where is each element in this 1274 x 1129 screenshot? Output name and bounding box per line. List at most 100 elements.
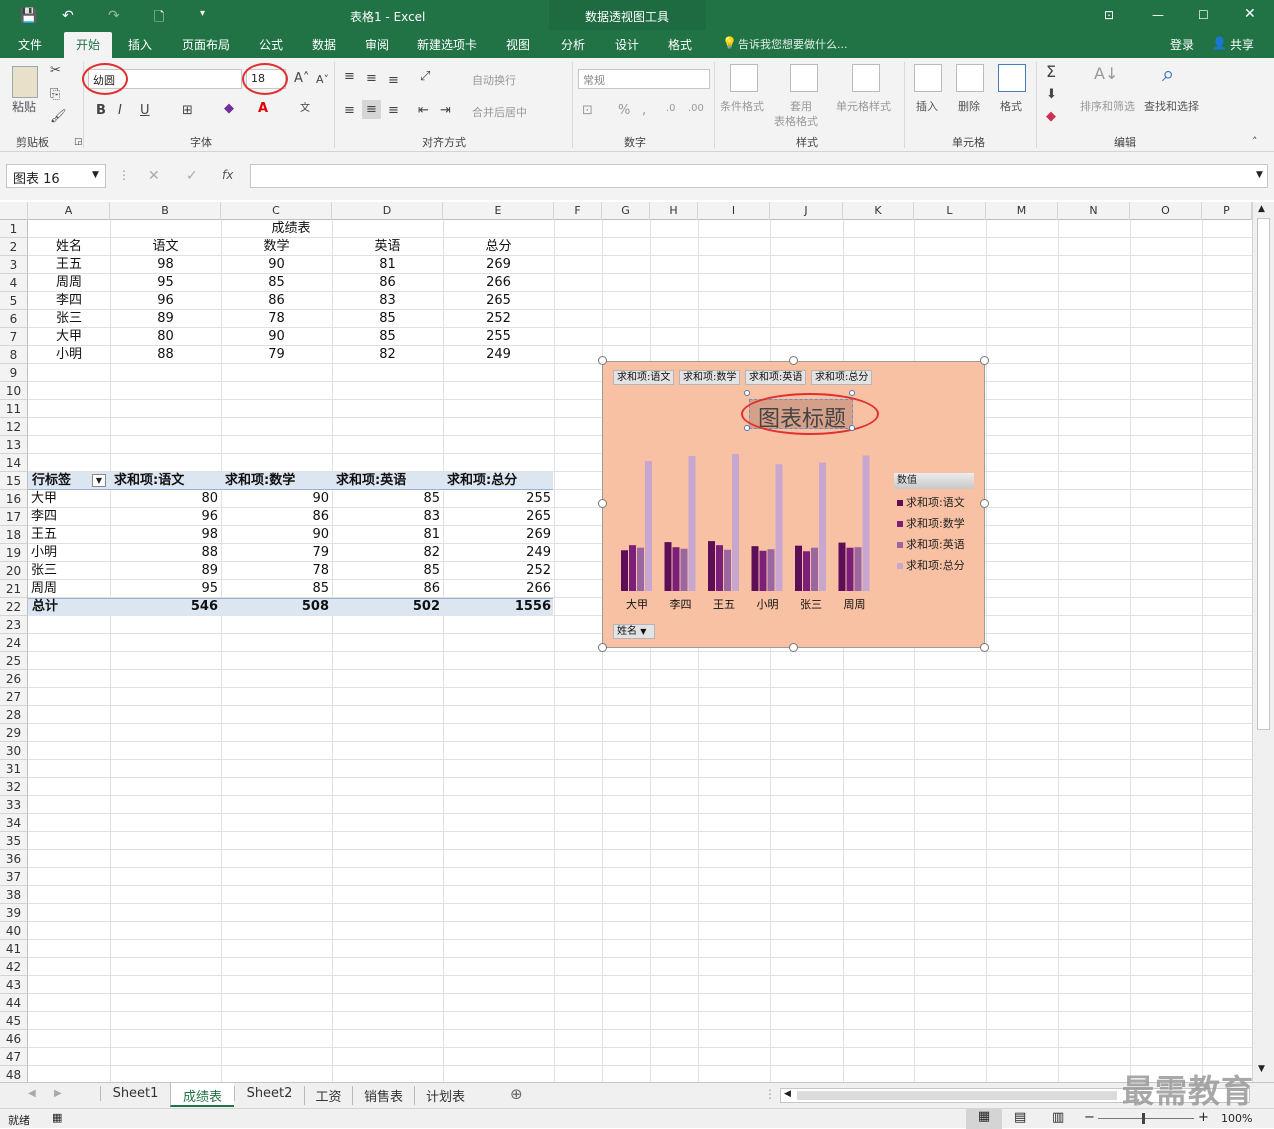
scroll-thumb[interactable] [1257, 218, 1270, 730]
chart-bar[interactable] [664, 542, 672, 591]
delete-cells-icon[interactable] [956, 64, 984, 92]
tab-format[interactable]: 格式 [668, 36, 692, 53]
tab-analyze[interactable]: 分析 [561, 36, 585, 53]
normal-view-icon[interactable]: ▦ [966, 1109, 1002, 1129]
cancel-icon[interactable]: ✕ [148, 168, 160, 184]
chart-resize-handle[interactable] [980, 643, 989, 652]
pivot-value-cell[interactable]: 95 [110, 580, 218, 598]
table-cell[interactable]: 269 [443, 256, 554, 274]
find-select-icon[interactable]: ⌕ [1162, 64, 1174, 86]
row-header[interactable]: 38 [0, 886, 28, 904]
row-header[interactable]: 5 [0, 292, 28, 310]
chart-bar[interactable] [811, 547, 818, 591]
pivot-value-cell[interactable]: 255 [443, 490, 551, 508]
autosum-icon[interactable]: Σ [1046, 64, 1056, 80]
format-table-button-line2[interactable]: 表格格式 [774, 113, 818, 129]
table-cell[interactable]: 78 [221, 310, 332, 328]
page-layout-view-icon[interactable]: ▤ [1014, 1110, 1026, 1125]
pivot-total-cell[interactable]: 502 [332, 598, 440, 616]
table-cell[interactable]: 大甲 [28, 328, 110, 346]
pivot-value-cell[interactable]: 86 [332, 580, 440, 598]
percent-icon[interactable]: % [618, 104, 630, 117]
chart-bar[interactable] [724, 549, 731, 591]
zoom-level[interactable]: 100% [1221, 1112, 1252, 1125]
row-header[interactable]: 19 [0, 544, 28, 562]
row-header[interactable]: 42 [0, 958, 28, 976]
format-table-button-line1[interactable]: 套用 [790, 98, 812, 114]
legend-item[interactable]: 求和项:语文 [897, 494, 965, 510]
align-middle-icon[interactable]: ≡ [366, 72, 377, 85]
sheet-tab[interactable]: 工资 [304, 1086, 352, 1105]
column-header[interactable]: P [1202, 202, 1252, 220]
table-cell[interactable]: 89 [110, 310, 221, 328]
tab-formulas[interactable]: 公式 [259, 36, 283, 53]
column-header[interactable]: D [332, 202, 443, 220]
table-cell[interactable]: 周周 [28, 274, 110, 292]
paste-label[interactable]: 粘贴 [12, 98, 36, 115]
sign-in-link[interactable]: 登录 [1170, 36, 1194, 53]
next-sheet-icon[interactable]: ▶ [54, 1088, 62, 1099]
chart-resize-handle[interactable] [598, 356, 607, 365]
undo-icon[interactable]: ↶ [62, 8, 74, 24]
legend-item[interactable]: 求和项:总分 [897, 557, 965, 573]
pivot-chart[interactable]: 求和项:语文 求和项:数学 求和项:英语 求和项:总分 图表标题 大甲 李四 王五 小明 张三… [602, 361, 985, 648]
column-header[interactable]: A [28, 202, 110, 220]
axis-field-button[interactable]: 姓名 ▼ [613, 624, 655, 639]
pivot-header-cell[interactable]: 求和项:语文 [114, 472, 219, 490]
ribbon-display-icon[interactable]: ⊡ [1104, 8, 1114, 22]
align-right-icon[interactable]: ≡ [388, 104, 399, 117]
pivot-row-label[interactable]: 张三 [31, 562, 109, 580]
pivot-row-label[interactable]: 李四 [31, 508, 109, 526]
chart-bar[interactable] [732, 454, 739, 591]
clear-icon[interactable]: ◆ [1046, 110, 1056, 123]
row-header[interactable]: 24 [0, 634, 28, 652]
table-cell[interactable]: 82 [332, 346, 443, 364]
table-header-cell[interactable]: 英语 [332, 238, 443, 256]
pivot-value-cell[interactable]: 266 [443, 580, 551, 598]
pivot-value-cell[interactable]: 96 [110, 508, 218, 526]
redo-icon[interactable]: ↷ [108, 8, 120, 24]
cut-icon[interactable]: ✂ [50, 64, 61, 77]
comma-icon[interactable]: , [642, 104, 646, 117]
pivot-row-label[interactable]: 王五 [31, 526, 109, 544]
row-header[interactable]: 35 [0, 832, 28, 850]
increase-decimal-icon[interactable]: .0 [666, 104, 676, 114]
pivot-value-cell[interactable]: 86 [221, 508, 329, 526]
row-header[interactable]: 39 [0, 904, 28, 922]
accounting-icon[interactable]: ⊡ [582, 104, 593, 117]
row-header[interactable]: 48 [0, 1066, 28, 1082]
pivot-value-cell[interactable]: 83 [332, 508, 440, 526]
row-header[interactable]: 15 [0, 472, 28, 490]
dialog-launcher-icon[interactable]: ◲ [74, 138, 83, 147]
row-header[interactable]: 46 [0, 1030, 28, 1048]
insert-cells-icon[interactable] [914, 64, 942, 92]
cell-styles-icon[interactable] [852, 64, 880, 92]
increase-indent-icon[interactable]: ⇥ [440, 104, 451, 117]
row-header[interactable]: 30 [0, 742, 28, 760]
chart-resize-handle[interactable] [980, 356, 989, 365]
chart-bar[interactable] [767, 549, 775, 591]
row-header[interactable]: 1 [0, 220, 28, 238]
scroll-up-icon[interactable]: ▲ [1258, 204, 1265, 214]
table-cell[interactable]: 85 [332, 310, 443, 328]
row-header[interactable]: 3 [0, 256, 28, 274]
sheet-tab[interactable]: 计划表 [414, 1086, 476, 1105]
table-cell[interactable]: 88 [110, 346, 221, 364]
table-cell[interactable]: 王五 [28, 256, 110, 274]
row-header[interactable]: 32 [0, 778, 28, 796]
font-color-icon[interactable]: A [258, 102, 268, 115]
find-select-button[interactable]: 查找和选择 [1144, 98, 1199, 114]
table-cell[interactable]: 小明 [28, 346, 110, 364]
expand-formula-icon[interactable]: ▼ [1256, 170, 1263, 180]
format-table-icon[interactable] [790, 64, 818, 92]
tab-design[interactable]: 设计 [615, 36, 639, 53]
zoom-out-icon[interactable]: − [1084, 1110, 1095, 1125]
row-header[interactable]: 31 [0, 760, 28, 778]
column-header[interactable]: B [110, 202, 221, 220]
vertical-scrollbar[interactable]: ▲ ▼ [1252, 202, 1274, 1082]
format-painter-icon[interactable]: 🖌 [50, 110, 67, 123]
row-header[interactable]: 11 [0, 400, 28, 418]
italic-icon[interactable]: I [118, 104, 122, 117]
column-header[interactable]: I [698, 202, 770, 220]
table-cell[interactable]: 255 [443, 328, 554, 346]
